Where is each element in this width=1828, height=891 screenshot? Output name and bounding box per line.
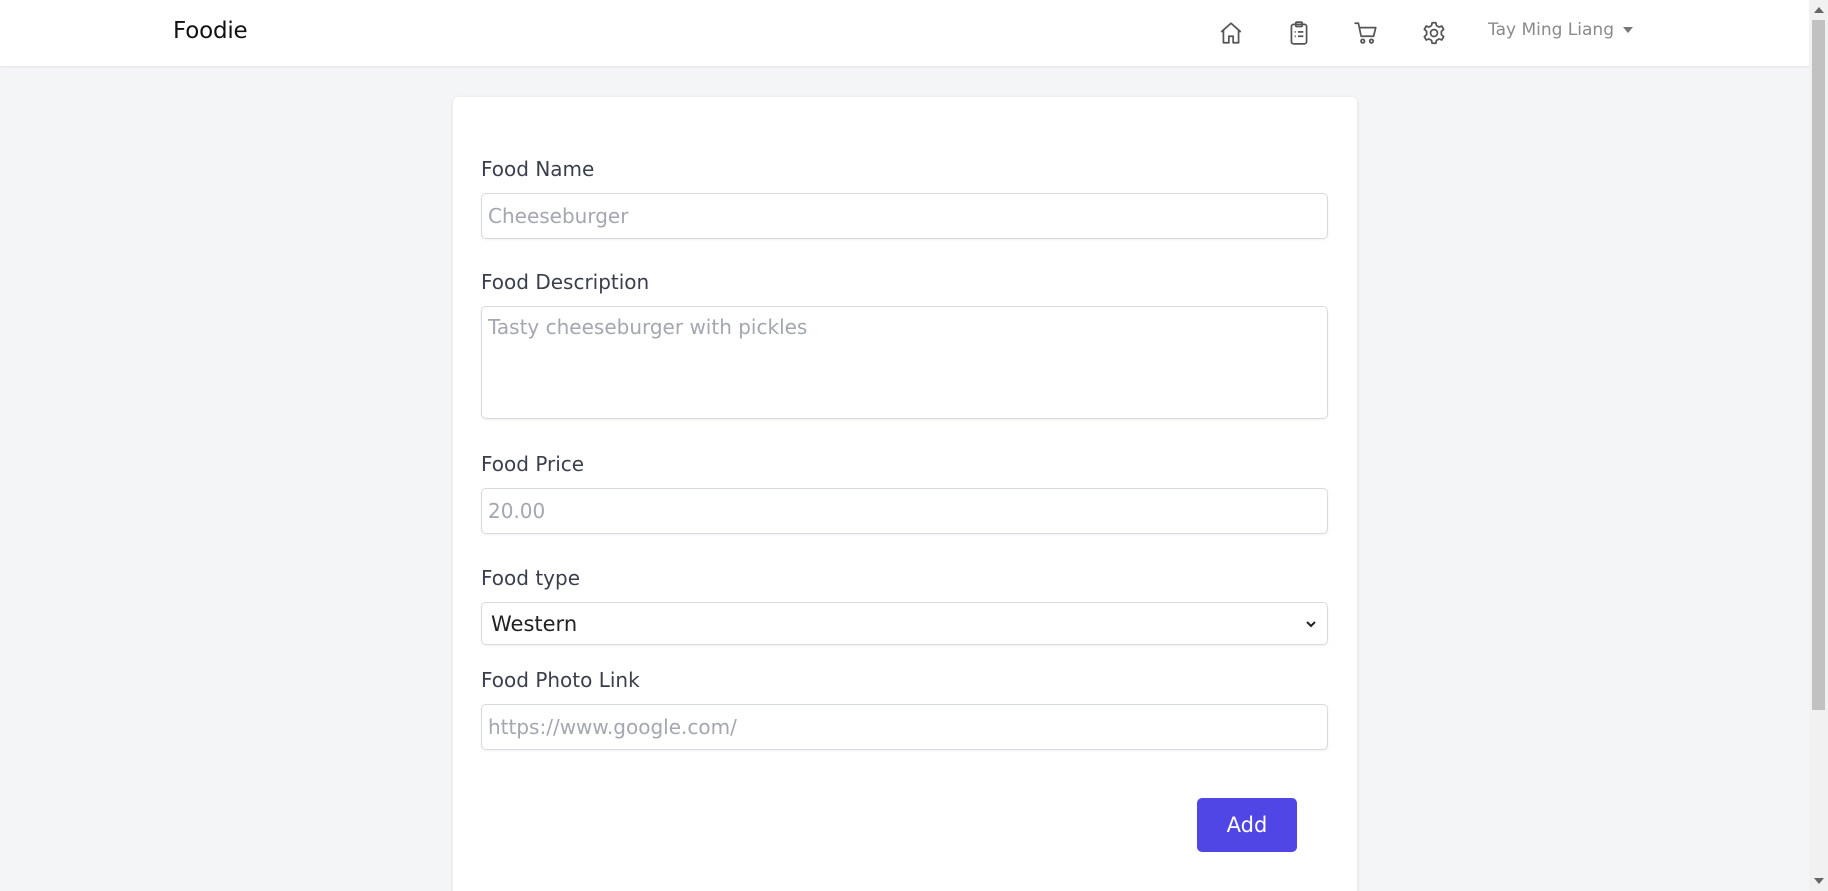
page-scrollbar[interactable] bbox=[1809, 0, 1828, 891]
clipboard-icon[interactable] bbox=[1284, 18, 1314, 48]
food-type-select[interactable]: Western bbox=[481, 602, 1328, 645]
cart-icon[interactable] bbox=[1351, 18, 1381, 48]
add-food-form-card: Food Name Food Description Food Price Fo… bbox=[453, 97, 1357, 891]
user-dropdown[interactable]: Tay Ming Liang bbox=[1488, 20, 1633, 40]
scroll-down-arrow-icon[interactable] bbox=[1814, 878, 1824, 884]
food-price-label: Food Price bbox=[481, 452, 585, 476]
user-name: Tay Ming Liang bbox=[1488, 20, 1614, 40]
add-button[interactable]: Add bbox=[1197, 798, 1297, 852]
food-name-label: Food Name bbox=[481, 157, 595, 181]
food-photo-link-label: Food Photo Link bbox=[481, 668, 640, 692]
food-description-textarea[interactable] bbox=[481, 306, 1328, 419]
food-description-label: Food Description bbox=[481, 270, 650, 294]
chevron-down-icon bbox=[1306, 621, 1316, 628]
food-name-input[interactable] bbox=[481, 193, 1328, 239]
food-type-selected-value: Western bbox=[491, 612, 578, 636]
caret-down-icon bbox=[1623, 27, 1633, 33]
food-photo-link-input[interactable] bbox=[481, 704, 1328, 750]
settings-icon[interactable] bbox=[1419, 18, 1449, 48]
food-type-label: Food type bbox=[481, 566, 580, 590]
scroll-up-arrow-icon[interactable] bbox=[1814, 7, 1824, 13]
top-navbar: Foodie Tay Ming Liang bbox=[0, 0, 1809, 66]
brand-logo[interactable]: Foodie bbox=[173, 18, 248, 44]
food-price-input[interactable] bbox=[481, 488, 1328, 534]
scrollbar-thumb[interactable] bbox=[1812, 20, 1825, 710]
home-icon[interactable] bbox=[1216, 18, 1246, 48]
